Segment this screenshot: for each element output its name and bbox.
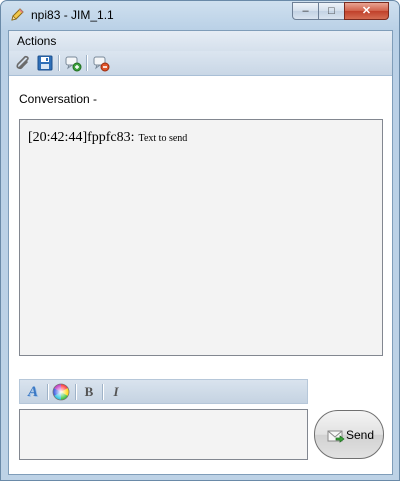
font-icon[interactable]: A <box>24 383 42 401</box>
conversation-log[interactable]: [20:42:44]fppfc83: Text to send <box>19 119 383 356</box>
pencil-icon <box>9 7 25 23</box>
format-separator <box>102 384 104 400</box>
chat-window: npi83 - JIM_1.1 – □ ✕ Actions Conversati… <box>0 0 400 481</box>
message-line: [20:42:44]fppfc83: Text to send <box>28 128 187 146</box>
bold-button[interactable]: B <box>80 383 98 401</box>
format-separator <box>75 384 77 400</box>
remove-contact-icon[interactable] <box>92 54 110 72</box>
message-time: [20:42:44] <box>28 130 88 145</box>
send-button[interactable]: Send <box>314 410 384 459</box>
toolbar-separator <box>86 55 88 71</box>
italic-button[interactable]: I <box>107 383 125 401</box>
add-contact-icon[interactable] <box>64 54 82 72</box>
message-input[interactable] <box>19 409 308 460</box>
title-bar[interactable]: npi83 - JIM_1.1 – □ ✕ <box>1 1 399 29</box>
maximize-button[interactable]: □ <box>318 2 345 20</box>
attach-icon[interactable] <box>14 54 32 72</box>
window-title: npi83 - JIM_1.1 <box>31 8 114 22</box>
save-icon[interactable] <box>36 54 54 72</box>
format-toolbar: A B I <box>19 379 308 404</box>
close-button[interactable]: ✕ <box>344 2 389 20</box>
format-separator <box>47 384 49 400</box>
menu-actions[interactable]: Actions <box>17 34 56 48</box>
menu-bar: Actions <box>9 31 392 51</box>
send-mail-icon <box>327 428 345 444</box>
client-area: Actions Conversation - [20:42:44]fppfc83… <box>8 30 393 475</box>
color-wheel-icon[interactable] <box>52 383 70 401</box>
toolbar <box>9 51 392 76</box>
conversation-label: Conversation - <box>19 92 98 106</box>
message-text: Text to send <box>138 133 188 144</box>
send-label: Send <box>346 428 375 442</box>
minimize-button[interactable]: – <box>292 2 319 20</box>
toolbar-separator <box>58 55 60 71</box>
message-user: fppfc83: <box>87 130 135 145</box>
